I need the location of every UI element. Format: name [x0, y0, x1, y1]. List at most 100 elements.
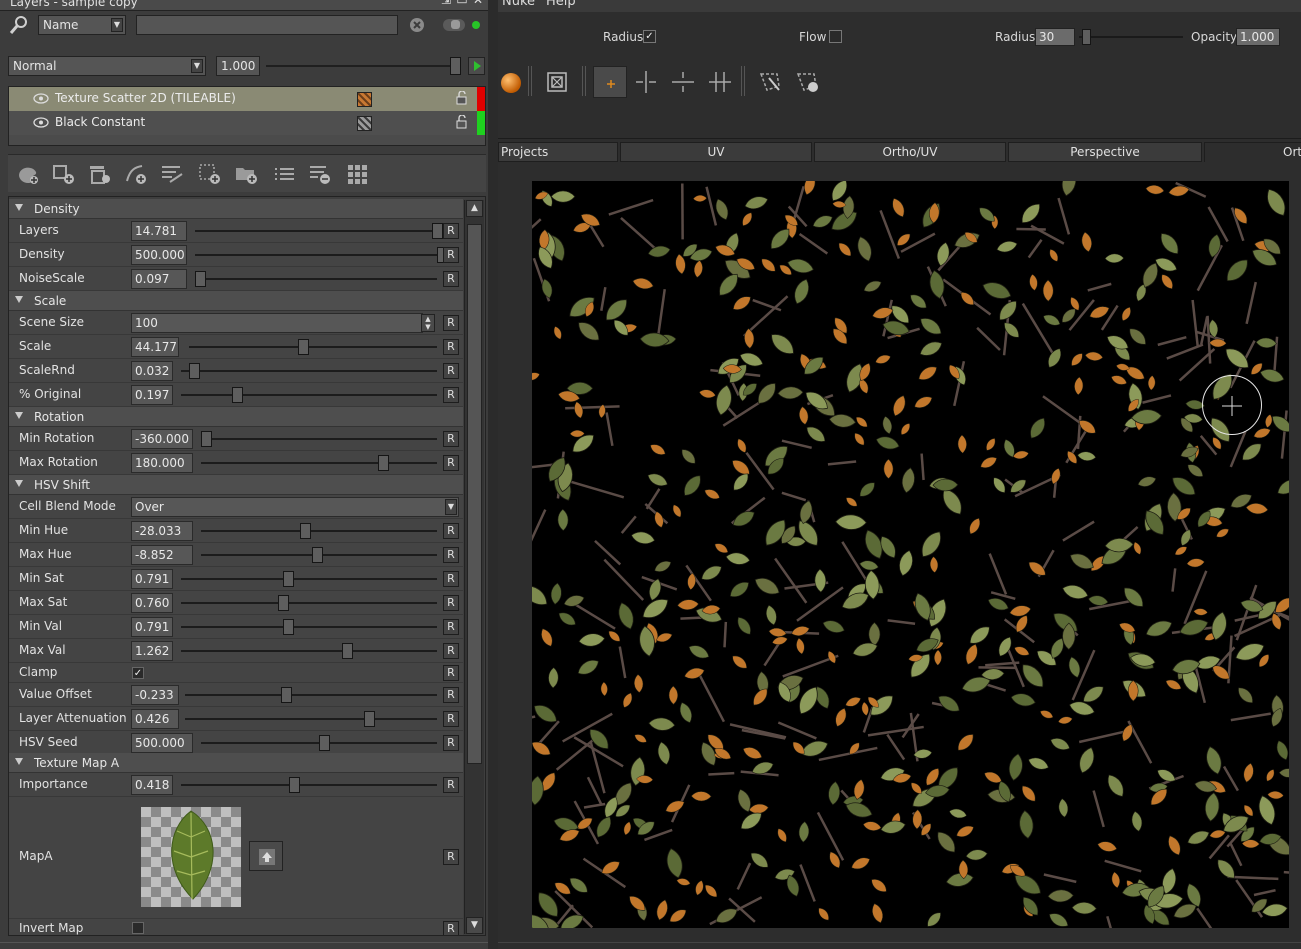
reset-button[interactable]: R	[443, 547, 459, 563]
param-slider-track[interactable]	[181, 626, 437, 628]
reset-button[interactable]: R	[443, 387, 459, 403]
tab-perspective[interactable]: Perspective	[1008, 142, 1202, 162]
reset-button[interactable]: R	[443, 619, 459, 635]
clear-search-icon[interactable]	[408, 16, 426, 34]
param-slider-handle[interactable]	[278, 595, 290, 611]
param-slider-track[interactable]	[189, 346, 437, 348]
param-slider-handle[interactable]	[298, 339, 310, 355]
param-value-field[interactable]: 0.791	[131, 617, 173, 637]
tab-ortho-uv[interactable]: Ortho/UV	[814, 142, 1006, 162]
param-slider-track[interactable]	[195, 254, 437, 256]
flow-checkbox[interactable]	[829, 30, 842, 43]
reset-button[interactable]: R	[443, 571, 459, 587]
param-slider-track[interactable]	[181, 394, 437, 396]
param-value-field[interactable]: 44.177	[131, 337, 179, 357]
close-window-button[interactable]: ✕	[472, 0, 484, 6]
param-value-field[interactable]: 0.097	[131, 269, 187, 289]
procedural-add-icon[interactable]	[198, 163, 222, 185]
map-a-thumbnail[interactable]	[141, 807, 241, 907]
toggle-switch[interactable]	[443, 19, 465, 31]
section-scale[interactable]: Scale	[9, 291, 463, 311]
reset-button[interactable]: R	[443, 339, 459, 355]
viewport-canvas[interactable]	[532, 181, 1289, 928]
param-slider-track[interactable]	[201, 530, 437, 532]
param-value-field[interactable]: -0.233	[131, 685, 179, 705]
chevron-down-icon[interactable]: ▼	[445, 499, 457, 515]
reset-button[interactable]: R	[443, 595, 459, 611]
param-slider-track[interactable]	[181, 602, 437, 604]
collapse-triangle-icon[interactable]	[15, 758, 23, 765]
param-slider-track[interactable]	[181, 578, 437, 580]
param-slider-handle[interactable]	[311, 547, 323, 563]
reset-button[interactable]: R	[443, 523, 459, 539]
param-slider-handle[interactable]	[283, 619, 295, 635]
load-map-button[interactable]	[249, 841, 283, 871]
collapse-triangle-icon[interactable]	[15, 296, 23, 303]
reset-button[interactable]: R	[443, 271, 459, 287]
param-slider-handle[interactable]	[300, 523, 312, 539]
merge-layers-icon[interactable]	[160, 163, 184, 185]
param-value-field[interactable]: -8.852	[131, 545, 193, 565]
reset-button[interactable]: R	[443, 223, 459, 239]
param-slider-handle[interactable]	[288, 777, 300, 793]
param-slider-track[interactable]	[185, 718, 437, 720]
reset-button[interactable]: R	[443, 777, 459, 793]
lasso-add-icon[interactable]	[792, 66, 822, 96]
reset-button[interactable]: R	[443, 687, 459, 703]
clamp-checkbox[interactable]: ✓	[132, 667, 144, 679]
float-button[interactable]: ⇲	[440, 0, 452, 6]
param-value-field[interactable]: 500.000	[131, 733, 193, 753]
layer-opacity-field[interactable]: 1.000	[216, 56, 260, 76]
section-hsv-shift[interactable]: HSV Shift	[9, 475, 463, 495]
param-slider-handle[interactable]	[363, 711, 375, 727]
reset-button[interactable]: R	[443, 735, 459, 751]
radius-checkbox[interactable]: ✓	[643, 30, 656, 43]
list-icon[interactable]	[272, 163, 296, 185]
invert-map-checkbox[interactable]	[132, 922, 144, 934]
reset-button[interactable]: R	[443, 665, 459, 681]
tab-ortho[interactable]: Ort	[1204, 142, 1301, 162]
layer-row[interactable]: Black Constant	[9, 111, 485, 135]
param-value-field[interactable]: 500.000	[131, 245, 187, 265]
layer-opacity-slider-track[interactable]	[266, 65, 458, 67]
blend-mode-select[interactable]: Normal ▼	[8, 56, 206, 76]
scroll-down-arrow-icon[interactable]: ▼	[466, 917, 483, 934]
sphere-icon[interactable]	[498, 66, 528, 96]
lock-icon[interactable]	[455, 115, 469, 129]
layer-stack-icon[interactable]	[88, 163, 112, 185]
menu-item-help[interactable]: Help	[546, 0, 576, 9]
grid-icon[interactable]	[346, 163, 370, 185]
param-slider-track[interactable]	[201, 462, 437, 464]
reset-button[interactable]: R	[443, 315, 459, 331]
split-horizontal-icon[interactable]	[631, 66, 661, 96]
scene-size-field[interactable]: 100	[131, 313, 423, 333]
param-slider-track[interactable]	[201, 438, 437, 440]
reset-button[interactable]: R	[443, 431, 459, 447]
reset-button[interactable]: R	[443, 247, 459, 263]
param-value-field[interactable]: 0.032	[131, 361, 173, 381]
param-slider-handle[interactable]	[188, 363, 200, 379]
lasso-icon[interactable]	[755, 66, 785, 96]
param-value-field[interactable]: 180.000	[131, 453, 193, 473]
param-value-field[interactable]: -360.000	[131, 429, 193, 449]
param-slider-track[interactable]	[185, 694, 437, 696]
param-value-field[interactable]: 0.760	[131, 593, 173, 613]
radius-slider-track[interactable]	[1079, 36, 1183, 38]
tab-projects[interactable]: Projects	[498, 142, 618, 162]
param-slider-handle[interactable]	[232, 387, 244, 403]
param-slider-track[interactable]	[181, 370, 437, 372]
reset-button[interactable]: R	[443, 363, 459, 379]
param-slider-handle[interactable]	[432, 223, 444, 239]
layer-row[interactable]: Texture Scatter 2D (TILEABLE)	[9, 87, 485, 111]
tab-uv[interactable]: UV	[620, 142, 812, 162]
reset-button[interactable]: R	[443, 711, 459, 727]
split-grid-icon[interactable]	[705, 66, 735, 96]
param-value-field[interactable]: -28.033	[131, 521, 193, 541]
reset-button[interactable]: R	[443, 921, 459, 935]
radius-field[interactable]: 30	[1035, 28, 1075, 46]
reset-button[interactable]: R	[443, 849, 459, 865]
layer-opacity-slider-handle[interactable]	[450, 57, 461, 75]
param-slider-track[interactable]	[181, 650, 437, 652]
scrollbar-thumb[interactable]	[467, 224, 482, 764]
param-slider-handle[interactable]	[342, 643, 354, 659]
